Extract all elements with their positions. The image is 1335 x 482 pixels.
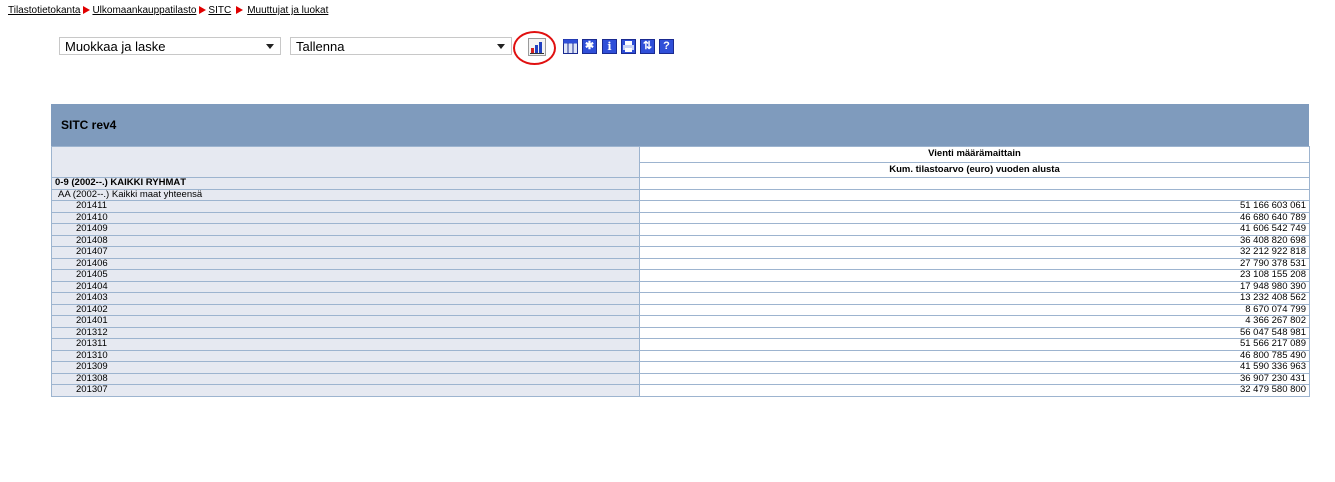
breadcrumb-arrow-icon — [83, 6, 91, 14]
value-cell: 41 590 336 963 — [639, 361, 1310, 374]
period-cell: 201411 — [51, 200, 640, 213]
value-cell: 51 566 217 089 — [639, 338, 1310, 351]
bar-chart-button[interactable] — [528, 38, 546, 56]
header-row: Vienti määrämaittain — [51, 146, 1310, 178]
save-select[interactable]: Tallenna — [290, 37, 512, 55]
value-cell: 4 366 267 802 — [639, 315, 1310, 328]
period-cell: 201311 — [51, 338, 640, 351]
table-row: 201410 46 680 640 789 — [51, 211, 1310, 224]
table-row: 201404 17 948 980 390 — [51, 280, 1310, 293]
table-row: 201307 32 479 580 800 — [51, 384, 1310, 397]
value-cell: 27 790 378 531 — [639, 257, 1310, 270]
period-cell: 201406 — [51, 257, 640, 270]
period-cell: 201404 — [51, 280, 640, 293]
period-cell: 201312 — [51, 326, 640, 339]
help-icon: ? — [663, 40, 670, 52]
table-row: 201407 32 212 922 818 — [51, 246, 1310, 259]
breadcrumb-link-tilastotietokanta[interactable]: Tilastotietokanta — [8, 5, 80, 16]
header-measure: Vienti määrämaittain — [639, 146, 1310, 163]
table-row: 201309 41 590 336 963 — [51, 361, 1310, 374]
data-table-container: SITC rev4 Vienti määrämaittain Kum. tila… — [51, 104, 1310, 397]
edit-calculate-select-value: Muokkaa ja laske — [65, 39, 166, 54]
header-corner-cell — [51, 146, 640, 178]
subgroup-row: AA (2002--.) Kaikki maat yhteensä — [51, 188, 1310, 201]
table-layout-icon — [563, 39, 578, 54]
subgroup-value-cell — [639, 188, 1310, 201]
group-label: 0-9 (2002--.) KAIKKI RYHMÄT — [51, 177, 640, 190]
value-cell: 32 479 580 800 — [639, 384, 1310, 397]
table-row: 201311 51 566 217 089 — [51, 338, 1310, 351]
value-cell: 56 047 548 981 — [639, 326, 1310, 339]
value-cell: 51 166 603 061 — [639, 200, 1310, 213]
group-value-cell — [639, 177, 1310, 190]
value-cell: 46 680 640 789 — [639, 211, 1310, 224]
breadcrumb: Tilastotietokanta Ulkomaankauppatilasto SI… — [8, 5, 328, 16]
table-row: 201409 41 606 542 749 — [51, 223, 1310, 236]
value-cell: 46 800 785 490 — [639, 349, 1310, 362]
period-cell: 201401 — [51, 315, 640, 328]
header-unit: Kum. tilastoarvo (euro) vuoden alusta — [639, 161, 1310, 178]
table-row: 201408 36 408 820 698 — [51, 234, 1310, 247]
table-layout-button[interactable] — [563, 39, 578, 54]
period-cell: 201409 — [51, 223, 640, 236]
value-cell: 23 108 155 208 — [639, 269, 1310, 282]
table-row: 201411 51 166 603 061 — [51, 200, 1310, 213]
chevron-down-icon — [266, 44, 274, 49]
breadcrumb-link-ulkomaankauppatilasto[interactable]: Ulkomaankauppatilasto — [92, 5, 196, 16]
help-button[interactable]: ? — [659, 39, 674, 54]
asterisk-button[interactable]: ✱ — [582, 39, 597, 54]
table-row: 201308 36 907 230 431 — [51, 372, 1310, 385]
table-row: 201403 13 232 408 562 — [51, 292, 1310, 305]
value-cell: 17 948 980 390 — [639, 280, 1310, 293]
save-select-value: Tallenna — [296, 39, 345, 54]
period-cell: 201310 — [51, 349, 640, 362]
subgroup-label: AA (2002--.) Kaikki maat yhteensä — [51, 188, 640, 201]
period-cell: 201309 — [51, 361, 640, 374]
value-cell: 13 232 408 562 — [639, 292, 1310, 305]
breadcrumb-arrow-icon — [236, 6, 244, 14]
table-row: 201402 8 670 074 799 — [51, 303, 1310, 316]
bar-chart-icon — [530, 42, 544, 54]
breadcrumb-arrow-icon — [199, 6, 207, 14]
info-button[interactable]: i — [602, 39, 617, 54]
edit-calculate-select[interactable]: Muokkaa ja laske — [59, 37, 281, 55]
print-icon — [621, 39, 636, 54]
data-table: Vienti määrämaittain Kum. tilastoarvo (e… — [51, 146, 1310, 397]
value-cell: 8 670 074 799 — [639, 303, 1310, 316]
value-cell: 41 606 542 749 — [639, 223, 1310, 236]
table-row: 201312 56 047 548 981 — [51, 326, 1310, 339]
pivot-button[interactable]: ⇅ — [640, 39, 655, 54]
table-row: 201310 46 800 785 490 — [51, 349, 1310, 362]
breadcrumb-link-sitc[interactable]: SITC — [208, 5, 231, 16]
period-cell: 201408 — [51, 234, 640, 247]
asterisk-icon: ✱ — [584, 40, 595, 52]
period-cell: 201308 — [51, 372, 640, 385]
group-row: 0-9 (2002--.) KAIKKI RYHMÄT — [51, 177, 1310, 190]
period-cell: 201307 — [51, 384, 640, 397]
period-cell: 201410 — [51, 211, 640, 224]
print-button[interactable] — [621, 39, 636, 54]
period-cell: 201402 — [51, 303, 640, 316]
table-row: 201401 4 366 267 802 — [51, 315, 1310, 328]
info-icon: i — [607, 40, 612, 53]
period-cell: 201407 — [51, 246, 640, 259]
value-cell: 36 408 820 698 — [639, 234, 1310, 247]
breadcrumb-link-muuttujat[interactable]: Muuttujat ja luokat — [247, 5, 328, 16]
table-row: 201405 23 108 155 208 — [51, 269, 1310, 282]
table-row: 201406 27 790 378 531 — [51, 257, 1310, 270]
pivot-icon: ⇅ — [642, 40, 653, 52]
value-cell: 36 907 230 431 — [639, 372, 1310, 385]
period-cell: 201405 — [51, 269, 640, 282]
period-cell: 201403 — [51, 292, 640, 305]
table-title: SITC rev4 — [51, 104, 1309, 146]
value-cell: 32 212 922 818 — [639, 246, 1310, 259]
chevron-down-icon — [497, 44, 505, 49]
